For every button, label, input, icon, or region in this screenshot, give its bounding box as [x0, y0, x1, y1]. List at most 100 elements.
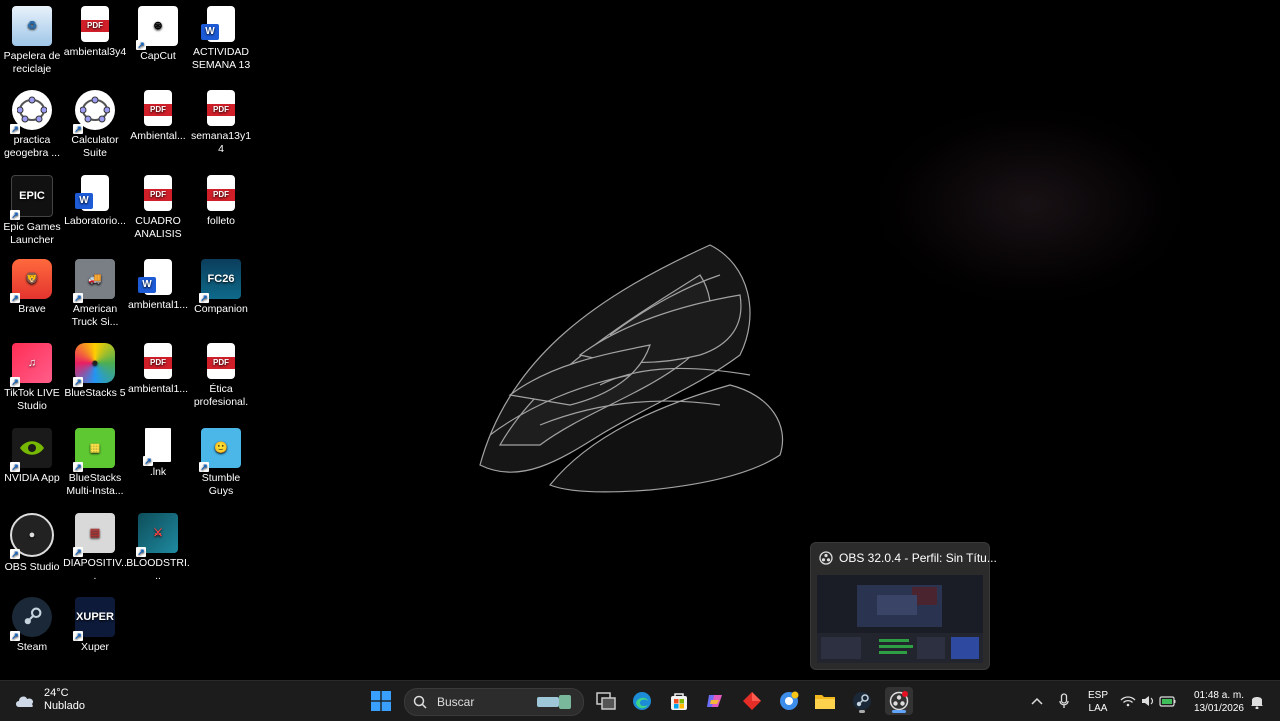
clock[interactable]: 01:48 a. m. 13/01/2026: [1188, 689, 1244, 715]
shortcut-arrow-icon: ↗: [73, 124, 83, 134]
desktop-icon[interactable]: ⊛ ↗ CapCut: [126, 6, 190, 63]
microphone-icon: [1059, 693, 1069, 708]
clock-time: 01:48 a. m.: [1193, 690, 1244, 701]
desktop-icon-label: ambiental3y4: [63, 46, 127, 58]
edge-icon: [633, 692, 651, 710]
keyboard-layout: LAA: [1088, 703, 1108, 714]
steam-taskbar-button[interactable]: [848, 687, 876, 715]
word-badge: W: [75, 193, 93, 209]
desktop-icon-label: Ética profesional.: [193, 383, 249, 408]
obs-taskbar-preview[interactable]: OBS 32.0.4 - Perfil: Sin Títu...: [810, 542, 997, 670]
desktop-icon[interactable]: ↗ NVIDIA App: [0, 428, 64, 485]
pdf-icon: PDF: [207, 175, 235, 211]
search-box[interactable]: Buscar: [404, 688, 584, 716]
desktop-icon[interactable]: ● ↗ BlueStacks 5: [63, 343, 127, 400]
desktop-icon[interactable]: ↗ Steam: [0, 597, 64, 654]
bluestacks-multi-icon: ▦ ↗: [73, 428, 115, 472]
desktop-icon[interactable]: PDF ambiental1...: [126, 343, 190, 396]
desktop-icon[interactable]: XUPER ↗ Xuper: [63, 597, 127, 654]
pdf-badge: PDF: [213, 357, 229, 367]
desktop-icon[interactable]: PDF Ambiental...: [126, 90, 190, 143]
desktop-icon[interactable]: 🙂 ↗ Stumble Guys: [189, 428, 253, 498]
microphone-button[interactable]: [1052, 687, 1076, 715]
file-explorer-button[interactable]: [811, 687, 839, 715]
start-button[interactable]: [367, 687, 395, 715]
language-indicator[interactable]: ESP LAA: [1086, 689, 1110, 715]
shortcut-arrow-icon: ↗: [10, 549, 20, 559]
pdf-badge: PDF: [150, 357, 166, 367]
desktop-icon[interactable]: Wambiental1...: [126, 259, 190, 312]
desktop-icon[interactable]: ↗ practica geogebra ...: [0, 90, 64, 160]
shortcut-arrow-icon: ↗: [10, 631, 20, 641]
obs-window-thumbnail[interactable]: [817, 575, 983, 663]
desktop-icon[interactable]: PDF folleto: [189, 175, 253, 228]
desktop-icon[interactable]: ⚔ ↗ BLOODSTRI...: [126, 513, 190, 583]
desktop-icon[interactable]: PDF CUADRO ANALISIS: [126, 175, 190, 241]
desktop-icon[interactable]: W ACTIVIDAD SEMANA 13: [189, 6, 253, 72]
copilot-icon: [707, 695, 722, 707]
chrome-canary-icon: [780, 691, 799, 710]
desktop-icon-label: Laboratorio...: [64, 215, 126, 227]
shortcut-arrow-icon: ↗: [10, 462, 20, 472]
desktop-icon[interactable]: FC26 ↗ Companion: [189, 259, 253, 316]
edge-button[interactable]: [628, 687, 656, 715]
store-button[interactable]: [665, 687, 693, 715]
desktop-icon[interactable]: ▤ ↗ DIAPOSITIV...: [63, 513, 127, 583]
shortcut-arrow-icon: ↗: [199, 462, 209, 472]
red-diamond-app-button[interactable]: [738, 687, 766, 715]
desktop-icon[interactable]: ↗ .lnk: [126, 428, 190, 479]
desktop-icon[interactable]: EPIC ↗ Epic Games Launcher: [0, 175, 64, 247]
desktop-icon-label: BlueStacks 5: [64, 387, 126, 399]
task-view-button[interactable]: [592, 687, 620, 715]
shortcut-arrow-icon: ↗: [10, 124, 20, 134]
search-highlight-icon: [537, 695, 571, 709]
desktop-icon-label: BLOODSTRI...: [126, 557, 190, 582]
pdf-badge: PDF: [213, 104, 229, 114]
chrome-canary-button[interactable]: [775, 687, 803, 715]
shortcut-arrow-icon: ↗: [73, 293, 83, 303]
desktop-icon[interactable]: ● ↗ OBS Studio: [0, 513, 64, 574]
pdf-icon: PDF: [207, 90, 235, 126]
search-icon: [413, 695, 427, 709]
shortcut-arrow-icon: ↗: [73, 462, 83, 472]
shortcut-arrow-icon: ↗: [136, 40, 146, 50]
desktop-icon[interactable]: W Laboratorio...: [63, 175, 127, 228]
desktop-icon[interactable]: ▦ ↗ BlueStacks Multi-Insta...: [63, 428, 127, 498]
cloud-icon: [16, 696, 34, 707]
nvidia-icon: ↗: [10, 428, 52, 472]
taskbar: 24°C Nublado Buscar ESP LAA 01:48 a. m. …: [0, 680, 1280, 721]
desktop-icon[interactable]: ♫ ↗ TikTok LIVE Studio: [0, 343, 64, 413]
desktop-icon[interactable]: 🚚 ↗ American Truck Si...: [63, 259, 127, 329]
desktop-icon[interactable]: ↗ Calculator Suite: [63, 90, 127, 160]
notifications-button[interactable]: [1246, 687, 1268, 715]
desktop-icon-label: Brave: [18, 303, 46, 315]
desktop-icon[interactable]: PDF ambiental3y4: [63, 6, 127, 59]
desktop-icon[interactable]: 🦁 ↗ Brave: [0, 259, 64, 316]
weather-condition: Nublado: [44, 700, 85, 712]
obs-icon: [819, 551, 833, 565]
desktop-icon-label: TikTok LIVE Studio: [4, 387, 60, 412]
copilot-button[interactable]: [701, 687, 729, 715]
desktop-icon[interactable]: PDF semana13y14: [189, 90, 253, 156]
shortcut-arrow-icon: ↗: [136, 547, 146, 557]
brave-icon: 🦁 ↗: [10, 259, 52, 303]
desktop-icon-label: BlueStacks Multi-Insta...: [66, 472, 124, 497]
quick-settings-button[interactable]: [1118, 687, 1178, 715]
file-explorer-icon: [815, 695, 835, 709]
weather-widget[interactable]: 24°C Nublado: [14, 687, 85, 713]
desktop-icon-label: ACTIVIDAD SEMANA 13: [191, 46, 251, 71]
clock-date: 13/01/2026: [1193, 703, 1244, 714]
desktop-icon-label: ambiental1...: [127, 299, 189, 311]
desktop-icon-label: ambiental1...: [127, 383, 189, 395]
shortcut-arrow-icon: ↗: [199, 293, 209, 303]
language-code: ESP: [1087, 690, 1108, 701]
desktop-icon[interactable]: PDF Ética profesional.: [189, 343, 253, 409]
desktop-icon-label: semana13y14: [190, 130, 252, 155]
desktop-icon[interactable]: ♻ Papelera de reciclaje: [0, 6, 64, 76]
obs-taskbar-button[interactable]: [885, 687, 913, 715]
steam-icon: [853, 692, 871, 710]
word-badge: W: [138, 277, 156, 293]
chevron-up-icon: [1031, 697, 1043, 705]
show-hidden-icons-button[interactable]: [1025, 687, 1049, 715]
desktop-icon-label: CapCut: [140, 50, 176, 62]
